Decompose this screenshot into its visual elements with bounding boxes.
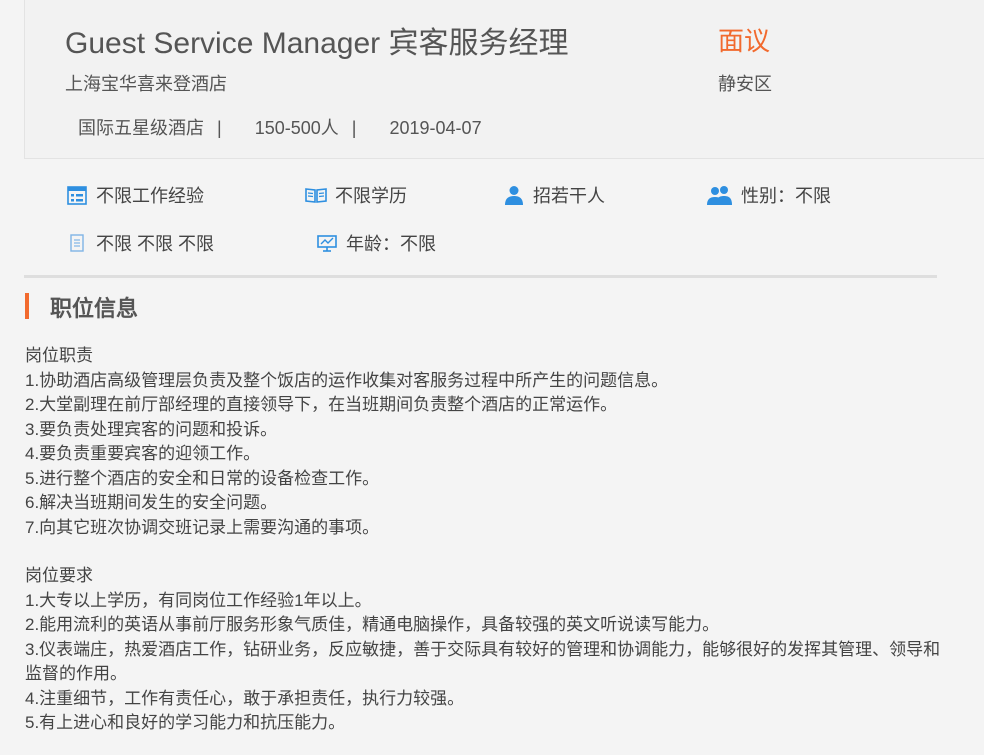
attr-experience: 不限工作经验 [64, 182, 204, 208]
publish-date: 2019-04-07 [389, 118, 482, 138]
company-meta: 国际五星级酒店 | 150-500人 | 2019-04-07 [78, 114, 490, 140]
section-divider [24, 275, 937, 278]
duty-item: 3.要负责处理宾客的问题和投诉。 [25, 419, 278, 439]
presentation-icon [314, 232, 340, 254]
company-type: 国际五星级酒店 [78, 118, 204, 138]
calendar-icon [64, 184, 90, 206]
requirement-item: 2.能用流利的英语从事前厅服务形象气质佳，精通电脑操作，具备较强的英文听说读写能… [25, 615, 720, 634]
education-label: 不限学历 [335, 186, 407, 206]
duty-item: 5.进行整个酒店的安全和日常的设备检查工作。 [25, 468, 380, 488]
duty-item: 4.要负责重要宾客的迎领工作。 [25, 444, 261, 463]
requirement-item: 4.注重细节，工作有责任心，敢于承担责任，执行力较强。 [25, 688, 465, 708]
duty-item: 6.解决当班期间发生的安全问题。 [25, 493, 278, 512]
meta-separator: | [217, 118, 222, 138]
duty-item: 2.大堂副理在前厅部经理的直接领导下，在当班期间负责整个酒店的正常运作。 [25, 395, 618, 414]
experience-label: 不限工作经验 [96, 186, 204, 206]
company-size: 150-500人 [254, 118, 339, 138]
gender-label: 性别：不限 [741, 186, 831, 206]
duty-item: 7.向其它班次协调交班记录上需要沟通的事项。 [25, 517, 380, 537]
section-accent-bar [25, 293, 29, 319]
district: 静安区 [718, 74, 772, 94]
requirement-item: 5.有上进心和良好的学习能力和抗压能力。 [25, 713, 346, 732]
requirement-item: 1.大专以上学历，有同岗位工作经验1年以上。 [25, 590, 372, 610]
salary: 面议 [718, 26, 771, 56]
book-icon [303, 184, 329, 206]
requirements-heading: 岗位要求 [25, 566, 93, 585]
job-title: Guest Service Manager 宾客服务经理 [65, 27, 569, 60]
person-icon [501, 184, 527, 206]
requirement-item: 3.仪表端庄，热爱酒店工作，钻研业务，反应敏捷，善于交际具有较好的管理和协调能力… [25, 639, 941, 684]
duty-item: 1.协助酒店高级管理层负责及整个饭店的运作收集对客服务过程中所产生的问题信息。 [25, 370, 669, 390]
company-name[interactable]: 上海宝华喜来登酒店 [65, 70, 227, 96]
meta-separator: | [351, 118, 357, 138]
job-description: 岗位职责 1.协助酒店高级管理层负责及整个饭店的运作收集对客服务过程中所产生的问… [25, 344, 945, 736]
section-title: 职位信息 [50, 296, 139, 321]
people-icon [705, 184, 735, 206]
duties-heading: 岗位职责 [25, 346, 93, 365]
attr-education: 不限学历 [303, 182, 407, 208]
job-header: Guest Service Manager 宾客服务经理 面议 上海宝华喜来登酒… [24, 0, 984, 159]
headcount-label: 招若干人 [533, 186, 605, 206]
attr-misc: 不限 不限 不限 [64, 230, 214, 256]
attr-age: 年龄：不限 [314, 230, 436, 256]
misc-label: 不限 不限 不限 [96, 234, 215, 254]
age-label: 年龄：不限 [346, 234, 436, 254]
document-icon [64, 232, 90, 254]
attr-gender: 性别：不限 [705, 182, 831, 208]
attr-headcount: 招若干人 [501, 182, 605, 208]
